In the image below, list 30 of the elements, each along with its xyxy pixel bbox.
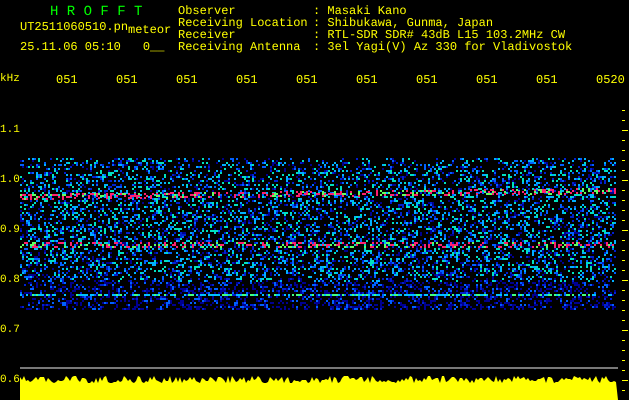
time-label: 051 (176, 73, 199, 87)
time-label: 051 (116, 73, 139, 87)
counter: 0__ (142, 40, 164, 54)
info-label: Receiving Antenna (178, 41, 302, 53)
frequency-label: 0.6 (0, 373, 20, 388)
mode-label: meteor (128, 23, 172, 37)
time-label: 051 (356, 73, 379, 87)
frequency-label: 1.0 (0, 173, 20, 188)
time-label: 051 (236, 73, 259, 87)
info-value: : Shibukawa, Gunma, Japan (313, 17, 494, 29)
frequency-label: 1.1 (0, 123, 20, 138)
file-name: UT2511060510.pn (20, 20, 128, 34)
info-value: : 3el Yagi(V) Az 330 for Vladivostok (313, 41, 572, 53)
time-label: 051 (476, 73, 499, 87)
unit-label: kHz (0, 73, 20, 85)
time-label: 051 (296, 73, 319, 87)
info-label: Observer (178, 5, 236, 17)
time-label: 051 (536, 73, 559, 87)
time-label: 051 (56, 73, 79, 87)
info-label: Receiver (178, 29, 236, 41)
info-value: : Masaki Kano (313, 5, 407, 17)
info-value: : RTL-SDR SDR# 43dB L15 103.2MHz CW (313, 29, 566, 41)
app-title: H R O F F T (49, 4, 144, 20)
frequency-label: 0.7 (0, 323, 20, 338)
time-label: 051 (416, 73, 439, 87)
info-label: Receiving Location (178, 17, 309, 29)
frequency-label: 0.8 (0, 273, 20, 288)
date-time: 25.11.06 05:10 (20, 40, 121, 54)
time-label: 0520 (596, 73, 626, 87)
frequency-label: 0.9 (0, 223, 20, 238)
